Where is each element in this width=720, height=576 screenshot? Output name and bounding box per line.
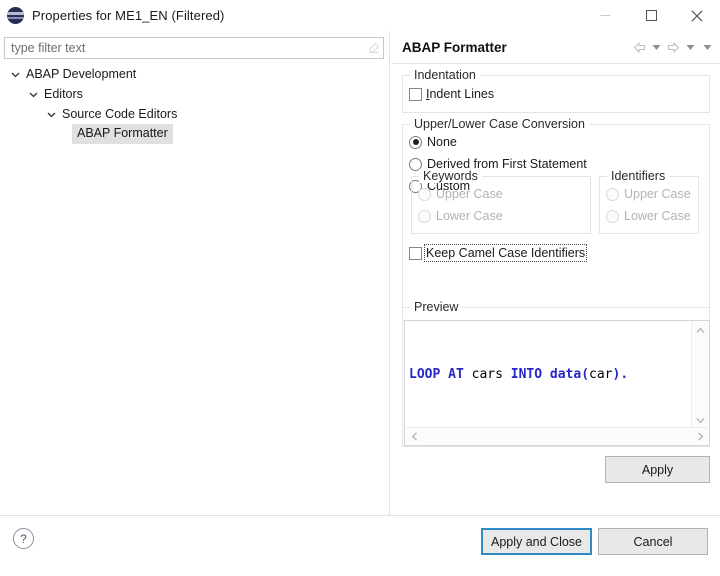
- keywords-radio-upper-case: Upper Case: [418, 184, 503, 204]
- tree-item-editors[interactable]: Editors: [0, 84, 390, 104]
- radio-button: [606, 210, 619, 223]
- code-line-1: LOOP AT cars INTO data(car).: [409, 365, 628, 385]
- scroll-right-icon[interactable]: [692, 428, 708, 444]
- forward-arrow-icon[interactable]: [666, 35, 681, 61]
- dialog-footer: ? Apply and Close Cancel: [0, 515, 720, 576]
- chevron-down-icon[interactable]: [26, 84, 41, 104]
- preview-group: Preview LOOP AT cars INTO data(car). car…: [402, 307, 710, 447]
- pane-header: ABAP Formatter: [391, 31, 720, 64]
- navigation-pane: ABAP Development Editors Source Code Edi…: [0, 31, 390, 515]
- radio-button[interactable]: [409, 136, 422, 149]
- tree-item-source-code-editors[interactable]: Source Code Editors: [0, 104, 390, 124]
- window-title: Properties for ME1_EN (Filtered): [32, 8, 224, 23]
- view-menu-icon[interactable]: [700, 35, 715, 61]
- identifiers-group: Identifiers Upper Case Lower Case: [599, 176, 699, 234]
- keywords-lower-label: Lower Case: [436, 209, 503, 223]
- keep-camel-case-label: Keep Camel Case Identifiers: [426, 246, 585, 260]
- indent-lines-checkbox[interactable]: Indent Lines: [409, 84, 494, 104]
- eclipse-globe-icon: [7, 7, 24, 24]
- code-token: LOOP AT: [409, 367, 472, 382]
- indentation-group: Indentation Indent Lines: [402, 75, 710, 113]
- identifiers-radio-lower-case: Lower Case: [606, 206, 691, 226]
- keep-camel-case-checkbox[interactable]: Keep Camel Case Identifiers: [409, 243, 585, 263]
- scroll-left-icon[interactable]: [406, 428, 422, 444]
- identifiers-group-title: Identifiers: [607, 169, 669, 183]
- keywords-group: Keywords Upper Case Lower Case: [411, 176, 591, 234]
- identifiers-lower-label: Lower Case: [624, 209, 691, 223]
- window-controls: [582, 0, 720, 31]
- radio-button: [606, 188, 619, 201]
- radio-none[interactable]: None: [409, 132, 457, 152]
- identifiers-upper-label: Upper Case: [624, 187, 691, 201]
- back-dropdown-icon[interactable]: [649, 35, 664, 61]
- minimize-icon[interactable]: [582, 0, 628, 31]
- checkbox-box[interactable]: [409, 247, 422, 260]
- filter-box[interactable]: [4, 37, 384, 59]
- preview-code-area[interactable]: LOOP AT cars INTO data(car). car->Drive(…: [404, 320, 710, 446]
- scroll-down-icon[interactable]: [692, 412, 708, 428]
- indentation-group-title: Indentation: [410, 68, 480, 82]
- preview-vertical-scrollbar[interactable]: [691, 322, 708, 428]
- apply-button[interactable]: Apply: [605, 456, 710, 483]
- apply-and-close-button[interactable]: Apply and Close: [481, 528, 592, 555]
- indent-lines-label-rest: ndent Lines: [429, 87, 494, 101]
- tree-item-label: Editors: [41, 86, 86, 103]
- chevron-down-icon[interactable]: [44, 104, 59, 124]
- preview-group-title: Preview: [410, 300, 462, 314]
- tree-item-abap-formatter[interactable]: ABAP Formatter: [0, 124, 390, 144]
- cancel-button[interactable]: Cancel: [598, 528, 708, 555]
- radio-button: [418, 210, 431, 223]
- keywords-radio-lower-case: Lower Case: [418, 206, 503, 226]
- code-token: car: [589, 367, 612, 382]
- scroll-up-icon[interactable]: [692, 322, 708, 338]
- maximize-icon[interactable]: [628, 0, 674, 31]
- properties-dialog: Properties for ME1_EN (Filtered): [0, 0, 720, 576]
- pane-nav-controls: [632, 31, 715, 64]
- keywords-group-title: Keywords: [419, 169, 482, 183]
- tree-item-label: ABAP Formatter: [72, 124, 173, 144]
- search-input[interactable]: [5, 39, 365, 57]
- settings-tree[interactable]: ABAP Development Editors Source Code Edi…: [0, 64, 390, 144]
- page-title: ABAP Formatter: [402, 40, 507, 55]
- code-token: ).: [613, 367, 629, 382]
- clear-filter-icon[interactable]: [365, 38, 383, 58]
- radio-button: [418, 188, 431, 201]
- help-icon[interactable]: ?: [13, 528, 34, 549]
- tree-item-label: Source Code Editors: [59, 106, 180, 123]
- forward-dropdown-icon[interactable]: [683, 35, 698, 61]
- preview-horizontal-scrollbar[interactable]: [406, 427, 708, 444]
- back-arrow-icon[interactable]: [632, 35, 647, 61]
- case-conversion-group-title: Upper/Lower Case Conversion: [410, 117, 589, 131]
- code-token: cars: [472, 367, 503, 382]
- keywords-upper-label: Upper Case: [436, 187, 503, 201]
- code-token: INTO data(: [503, 367, 589, 382]
- title-bar: Properties for ME1_EN (Filtered): [0, 0, 720, 31]
- case-conversion-group: Upper/Lower Case Conversion None Derived…: [402, 124, 710, 322]
- chevron-down-icon[interactable]: [8, 64, 23, 84]
- radio-none-label: None: [427, 135, 457, 149]
- indent-lines-label: Indent Lines: [426, 87, 494, 101]
- identifiers-radio-upper-case: Upper Case: [606, 184, 691, 204]
- tree-item-abap-development[interactable]: ABAP Development: [0, 64, 390, 84]
- checkbox-box[interactable]: [409, 88, 422, 101]
- settings-pane: ABAP Formatter Inde: [391, 31, 720, 515]
- close-icon[interactable]: [674, 0, 720, 31]
- tree-item-label: ABAP Development: [23, 66, 139, 83]
